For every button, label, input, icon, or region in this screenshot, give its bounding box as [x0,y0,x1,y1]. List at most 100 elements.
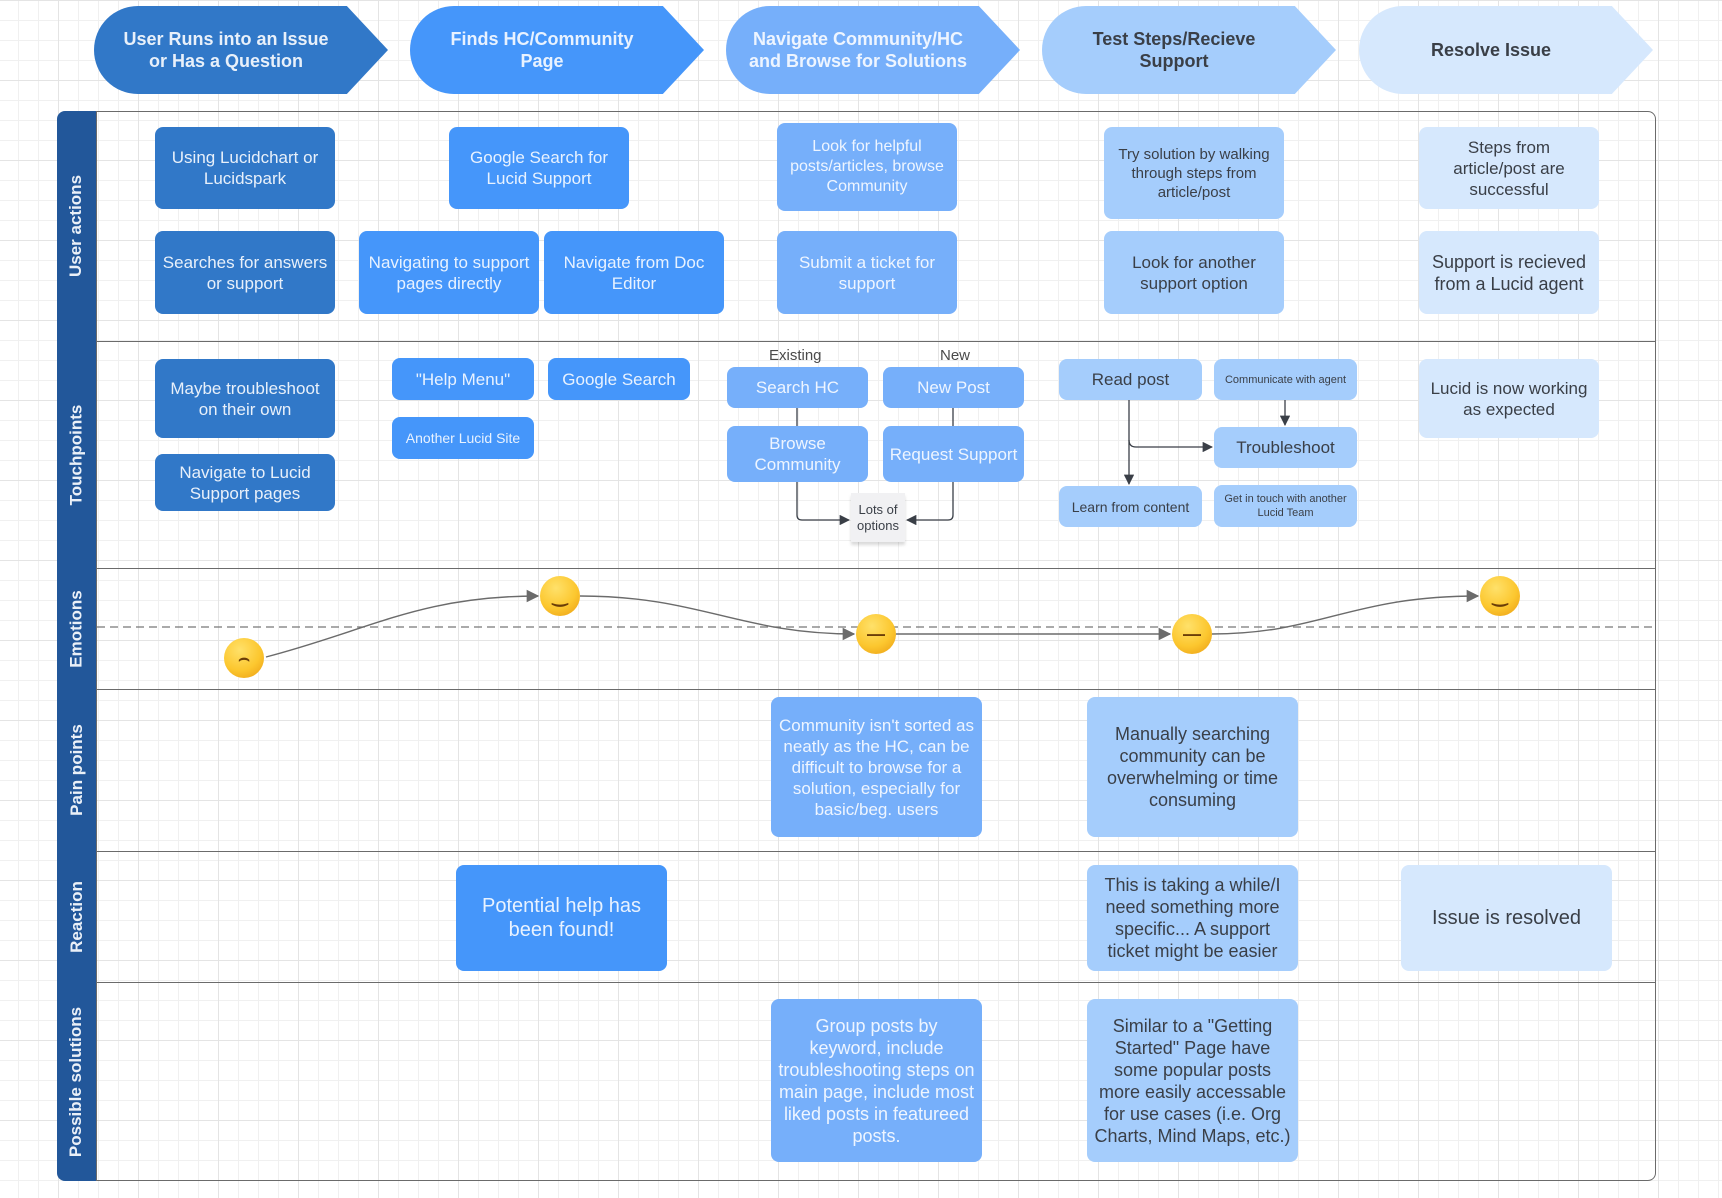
card-text: Community isn't sorted as neatly as the … [778,715,975,819]
card-text: Navigate from Doc Editor [563,252,705,293]
lane-label-user-actions: User actions [57,111,97,341]
lane-divider [97,982,1656,983]
touchpoint-card-request-support[interactable]: Request Support [883,426,1024,482]
touchpoint-card-new-post[interactable]: New Post [883,367,1024,408]
card-text: "Help Menu" [415,369,511,389]
touchpoint-card[interactable]: Maybe troubleshoot on their own [155,359,335,438]
existing-label: Existing [769,347,822,364]
card-text: Potential help has been found! [481,895,641,941]
touchpoint-card[interactable]: Another Lucid Site [392,417,534,459]
card-text: Get in touch with another Lucid Team [1224,493,1347,519]
card-text: Look for helpful posts/articles, browse … [790,138,944,195]
touchpoint-card-communicate[interactable]: Communicate with agent [1214,359,1357,400]
user-action-card[interactable]: Using Lucidchart or Lucidspark [155,127,335,209]
lane-label-text: Emotions [66,589,86,668]
pain-point-card[interactable]: Manually searching community can be over… [1087,697,1298,837]
card-text: Request Support [889,444,1018,464]
card-text: Read post [1091,370,1170,389]
new-label: New [940,347,971,364]
card-text: Navigating to support pages directly [368,252,530,293]
phase-5-header[interactable]: Resolve Issue [1359,6,1653,94]
card-text: Troubleshoot [1236,438,1335,457]
card-text: Look for another support option [1132,252,1256,293]
reaction-card[interactable]: Issue is resolved [1401,865,1612,971]
card-text: Search HC [755,378,840,397]
lane-label-reaction: Reaction [57,851,97,982]
phase-3-label: Navigate Community/HC and Browse for Sol… [748,29,967,71]
neutral-face-icon: — [1172,614,1212,654]
user-action-card[interactable]: Look for another support option [1104,231,1284,314]
lots-of-options-note[interactable]: Lots of options [851,493,905,542]
phase-2-header[interactable]: Finds HC/Community Page [410,6,704,94]
touchpoint-card[interactable]: Google Search [548,358,690,400]
phase-1-label: User Runs into an Issue or Has a Questio… [123,29,329,71]
card-text: Support is recieved from a Lucid agent [1431,251,1587,294]
touchpoint-card-get-in-touch[interactable]: Get in touch with another Lucid Team [1214,485,1357,527]
touchpoint-card-troubleshoot[interactable]: Troubleshoot [1214,427,1357,468]
lane-label-text: Possible solutions [66,1006,86,1157]
touchpoint-card-learn[interactable]: Learn from content [1059,486,1202,527]
lane-divider [97,851,1656,852]
user-action-card[interactable]: Google Search for Lucid Support [449,127,629,209]
phase-1-header[interactable]: User Runs into an Issue or Has a Questio… [94,6,388,94]
solution-card[interactable]: Group posts by keyword, include troubles… [771,999,982,1162]
phase-3-header[interactable]: Navigate Community/HC and Browse for Sol… [726,6,1020,94]
user-action-card[interactable]: Navigate from Doc Editor [544,231,724,314]
lane-label-touchpoints: Touchpoints [57,341,97,568]
touchpoint-card[interactable]: Navigate to Lucid Support pages [155,454,335,511]
card-text: Communicate with agent [1224,373,1347,386]
smiling-face-icon: ‿ [540,576,580,616]
card-text: Try solution by walking through steps fr… [1118,145,1270,201]
card-text: Maybe troubleshoot on their own [170,378,320,419]
card-text: Submit a ticket for support [798,252,936,293]
card-text: Group posts by keyword, include troubles… [778,1015,975,1146]
card-text: Google Search [562,369,676,389]
solution-card[interactable]: Similar to a "Getting Started" Page have… [1087,999,1298,1162]
touchpoint-card-search-hc[interactable]: Search HC [727,367,868,408]
touchpoint-card-read-post[interactable]: Read post [1059,359,1202,400]
lane-label-text: Pain points [66,724,86,816]
pain-point-card[interactable]: Community isn't sorted as neatly as the … [771,697,982,837]
phase-2-label: Finds HC/Community Page [450,29,634,71]
card-text: Searches for answers or support [162,252,328,293]
card-text: Using Lucidchart or Lucidspark [171,148,319,188]
card-text: Google Search for Lucid Support [470,148,608,188]
lane-label-text: Reaction [66,880,86,953]
user-action-card[interactable]: Navigating to support pages directly [359,231,539,314]
lane-label-possible-solutions: Possible solutions [57,982,97,1181]
card-text: New Post [917,378,990,397]
card-text: Browse Community [754,434,841,474]
card-text: Navigate to Lucid Support pages [179,462,311,503]
user-action-card[interactable]: Support is recieved from a Lucid agent [1419,231,1599,314]
card-text: Issue is resolved [1432,907,1581,929]
card-text: Similar to a "Getting Started" Page have… [1094,1015,1291,1146]
lane-label-pain-points: Pain points [57,689,97,851]
smiling-face-icon: ‿ [1480,576,1520,616]
user-action-card[interactable]: Look for helpful posts/articles, browse … [777,123,957,211]
touchpoint-card[interactable]: Lucid is now working as expected [1419,359,1599,438]
phase-4-label: Test Steps/Recieve Support [1092,29,1256,71]
card-text: Manually searching community can be over… [1106,724,1279,810]
user-action-card[interactable]: Try solution by walking through steps fr… [1104,127,1284,219]
phase-4-header[interactable]: Test Steps/Recieve Support [1042,6,1336,94]
card-text: This is taking a while/I need something … [1104,875,1281,961]
card-text: Steps from article/post are successful [1453,137,1565,199]
card-text: Lucid is now working as expected [1430,378,1588,419]
note-text: Lots of options [857,501,899,533]
reaction-card[interactable]: Potential help has been found! [456,865,667,971]
crying-face-icon: ⌢ [224,638,264,678]
lane-label-emotions: Emotions [57,568,97,689]
lane-divider [97,341,1656,342]
touchpoint-card[interactable]: "Help Menu" [392,358,534,400]
card-text: Learn from content [1071,498,1190,515]
lane-divider [97,568,1656,569]
user-action-card[interactable]: Searches for answers or support [155,231,335,314]
user-action-card[interactable]: Submit a ticket for support [777,231,957,314]
lane-label-text: User actions [66,174,86,278]
reaction-card[interactable]: This is taking a while/I need something … [1087,865,1298,971]
phase-5-label: Resolve Issue [1430,40,1552,60]
neutral-face-icon: — [856,614,896,654]
user-action-card[interactable]: Steps from article/post are successful [1419,127,1599,209]
touchpoint-card-browse-community[interactable]: Browse Community [727,426,868,482]
lane-divider [97,689,1656,690]
